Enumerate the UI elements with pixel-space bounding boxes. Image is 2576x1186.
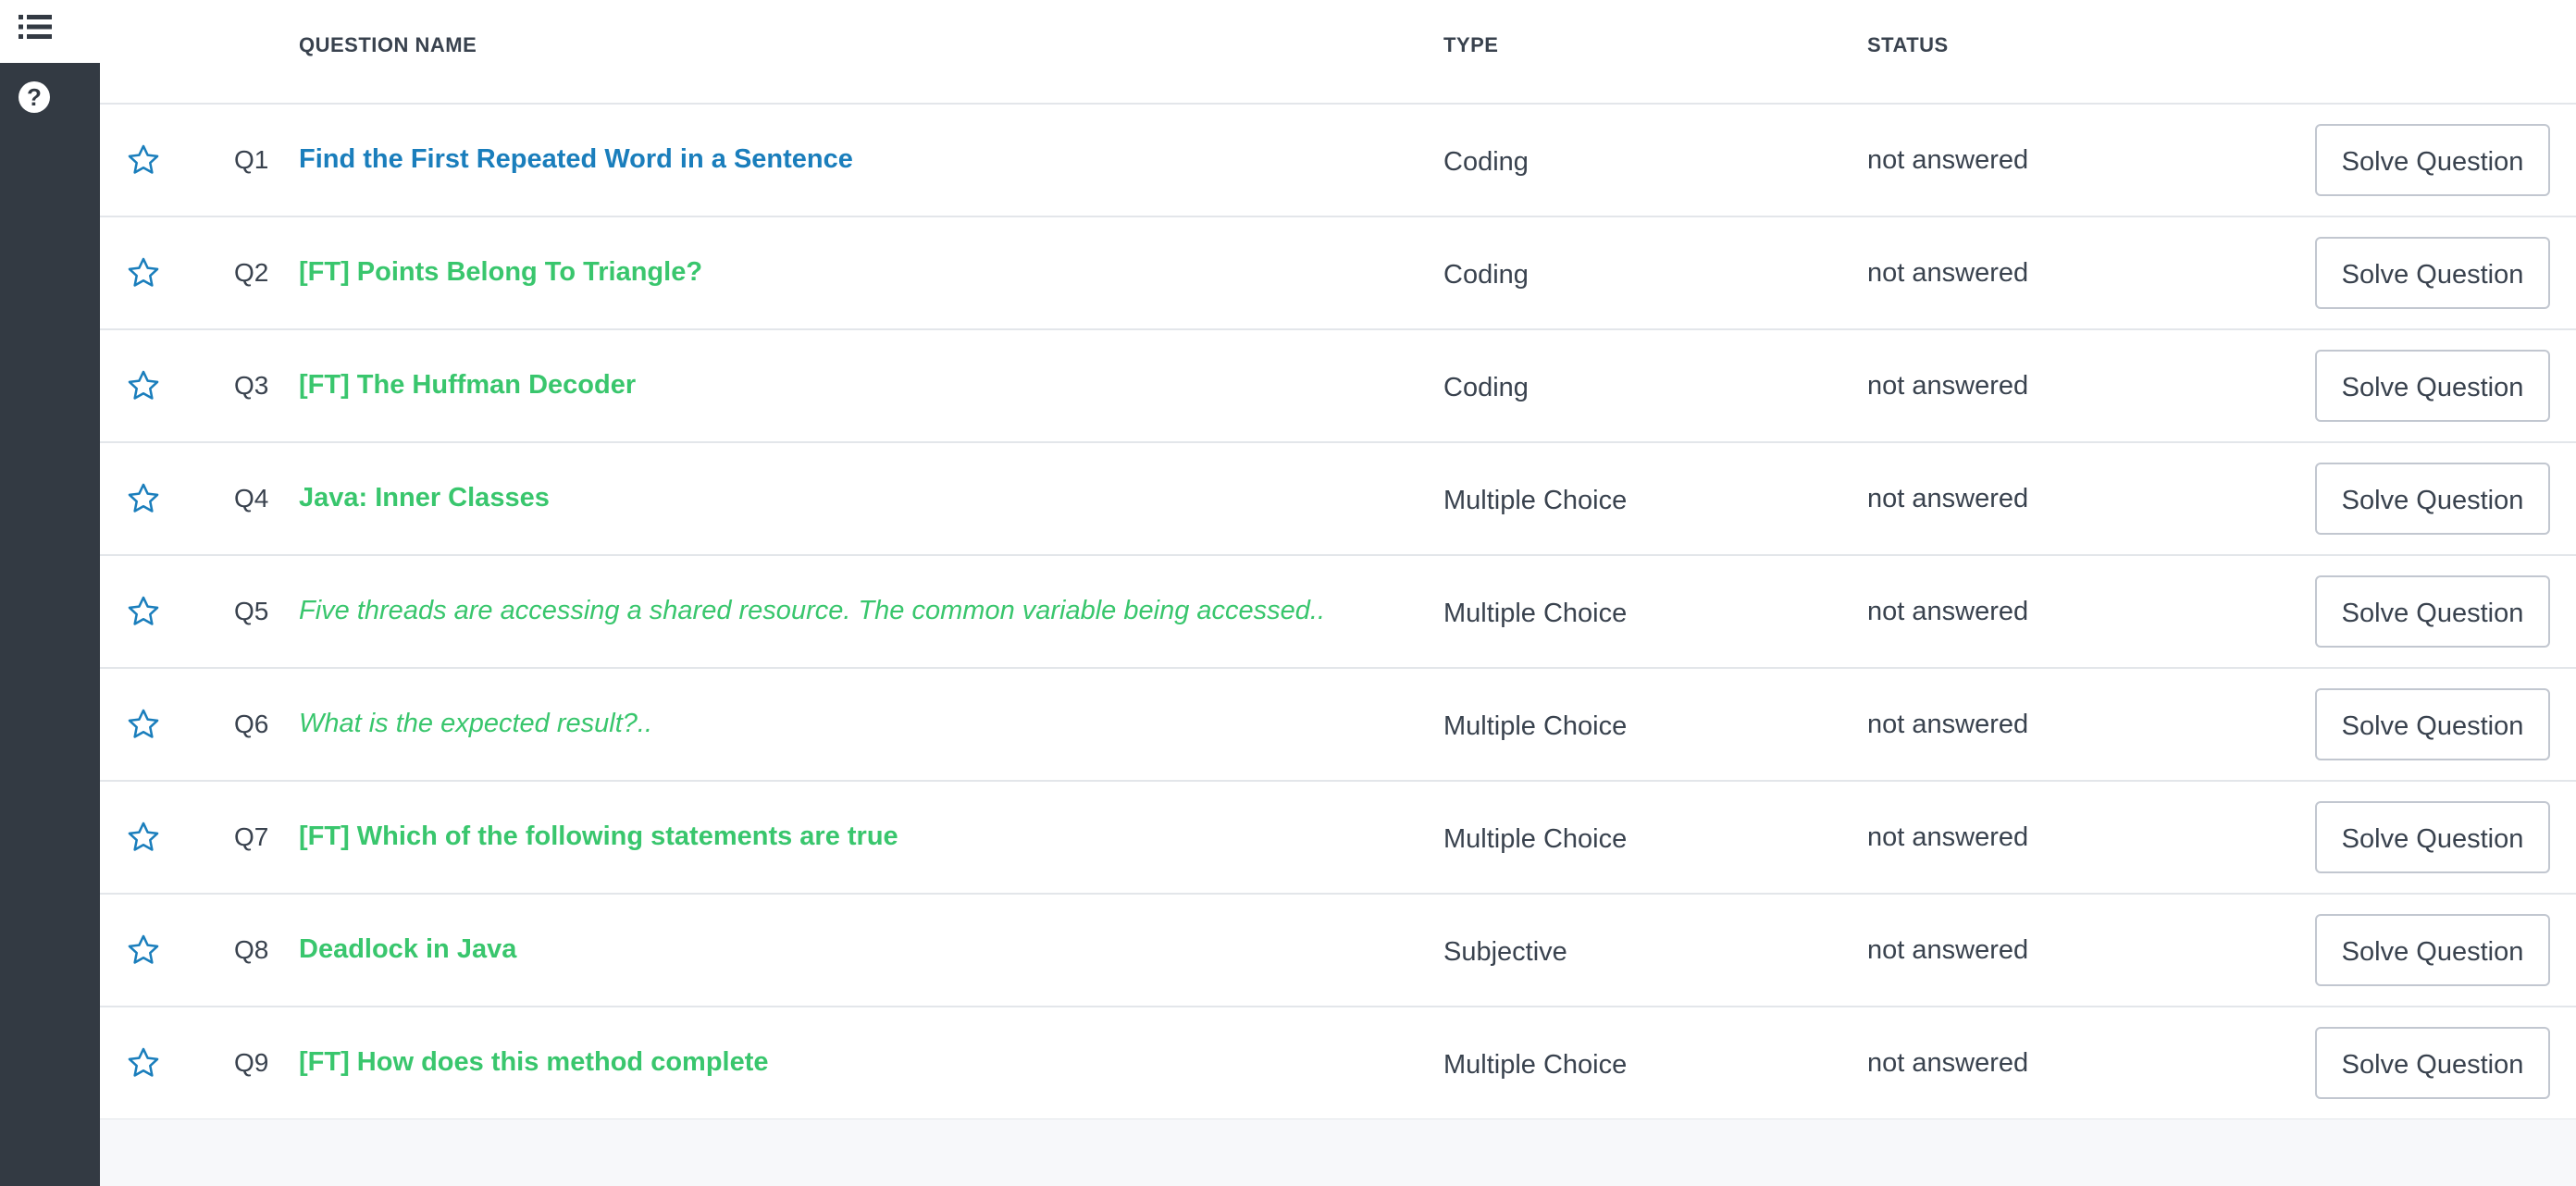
question-type: Multiple Choice — [1443, 711, 1628, 741]
question-type: Coding — [1443, 373, 1529, 402]
solve-question-button[interactable]: Solve Question — [2315, 801, 2550, 873]
solve-question-button[interactable]: Solve Question — [2315, 237, 2550, 309]
question-type: Coding — [1443, 260, 1529, 290]
question-number: Q6 — [234, 710, 269, 738]
table-row: Q7 [FT] Which of the following statements… — [100, 782, 2576, 895]
sidebar-top — [0, 0, 100, 63]
table-row: Q3 [FT] The Huffman Decoder Coding not answ… — [100, 330, 2576, 443]
star-icon[interactable] — [126, 707, 161, 742]
question-type: Subjective — [1443, 937, 1567, 967]
question-status: not answered — [1867, 484, 2029, 513]
question-number: Q3 — [234, 371, 269, 400]
question-name-link[interactable]: [FT] How does this method complete — [299, 1047, 769, 1078]
question-number: Q5 — [234, 597, 269, 625]
solve-question-button[interactable]: Solve Question — [2315, 350, 2550, 422]
help-icon[interactable]: ? — [19, 81, 50, 113]
solve-question-button[interactable]: Solve Question — [2315, 914, 2550, 986]
question-status: not answered — [1867, 1048, 2029, 1078]
question-status: not answered — [1867, 710, 2029, 739]
question-name-link[interactable]: Deadlock in Java — [299, 934, 516, 965]
question-type: Coding — [1443, 147, 1529, 177]
question-name-link[interactable]: Five threads are accessing a shared reso… — [299, 596, 1325, 626]
star-icon[interactable] — [126, 594, 161, 629]
header-type: TYPE — [1443, 33, 1499, 56]
table-row: Q6 What is the expected result?.. Multiple… — [100, 669, 2576, 782]
solve-question-button[interactable]: Solve Question — [2315, 1027, 2550, 1099]
question-status: not answered — [1867, 822, 2029, 852]
solve-question-button[interactable]: Solve Question — [2315, 463, 2550, 535]
question-number: Q7 — [234, 822, 269, 851]
question-number: Q9 — [234, 1048, 269, 1077]
star-icon[interactable] — [126, 820, 161, 855]
header-question-name: QUESTION NAME — [299, 33, 477, 56]
star-icon[interactable] — [126, 368, 161, 403]
question-number: Q4 — [234, 484, 269, 513]
question-type: Multiple Choice — [1443, 486, 1628, 515]
star-icon[interactable] — [126, 481, 161, 516]
question-type: Multiple Choice — [1443, 824, 1628, 854]
question-name-link[interactable]: [FT] The Huffman Decoder — [299, 370, 636, 401]
sidebar: ? — [0, 0, 100, 1186]
header-status: STATUS — [1867, 33, 1949, 56]
solve-question-button[interactable]: Solve Question — [2315, 575, 2550, 648]
table-row: Q9 [FT] How does this method complete Mult… — [100, 1007, 2576, 1120]
list-icon[interactable] — [19, 13, 52, 41]
table-row: Q5 Five threads are accessing a shared re… — [100, 556, 2576, 669]
solve-question-button[interactable]: Solve Question — [2315, 124, 2550, 196]
star-icon[interactable] — [126, 1045, 161, 1081]
footer-strip — [100, 1119, 2576, 1186]
question-status: not answered — [1867, 597, 2029, 626]
question-status: not answered — [1867, 371, 2029, 401]
question-status: not answered — [1867, 258, 2029, 288]
star-icon[interactable] — [126, 933, 161, 968]
star-icon[interactable] — [126, 255, 161, 290]
question-type: Multiple Choice — [1443, 1050, 1628, 1080]
question-type: Multiple Choice — [1443, 599, 1628, 628]
table-header: QUESTION NAME TYPE STATUS — [100, 0, 2576, 105]
question-number: Q1 — [234, 145, 269, 174]
table-row: Q4 Java: Inner Classes Multiple Choice not … — [100, 443, 2576, 556]
question-number: Q2 — [234, 258, 269, 287]
star-icon[interactable] — [126, 142, 161, 178]
question-name-link[interactable]: Java: Inner Classes — [299, 483, 550, 513]
table-row: Q8 Deadlock in Java Subjective not answered… — [100, 895, 2576, 1007]
question-name-link[interactable]: [FT] Which of the following statements a… — [299, 822, 898, 852]
solve-question-button[interactable]: Solve Question — [2315, 688, 2550, 760]
question-status: not answered — [1867, 145, 2029, 175]
question-name-link[interactable]: [FT] Points Belong To Triangle? — [299, 257, 702, 288]
table-row: Q1 Find the First Repeated Word in a Sent… — [100, 105, 2576, 217]
questions-panel: QUESTION NAME TYPE STATUS Q1 Find the Fir… — [100, 0, 2576, 1186]
question-number: Q8 — [234, 935, 269, 964]
table-row: Q2 [FT] Points Belong To Triangle? Coding n… — [100, 217, 2576, 330]
question-status: not answered — [1867, 935, 2029, 965]
question-name-link[interactable]: What is the expected result?.. — [299, 709, 652, 739]
question-name-link[interactable]: Find the First Repeated Word in a Senten… — [299, 144, 853, 175]
